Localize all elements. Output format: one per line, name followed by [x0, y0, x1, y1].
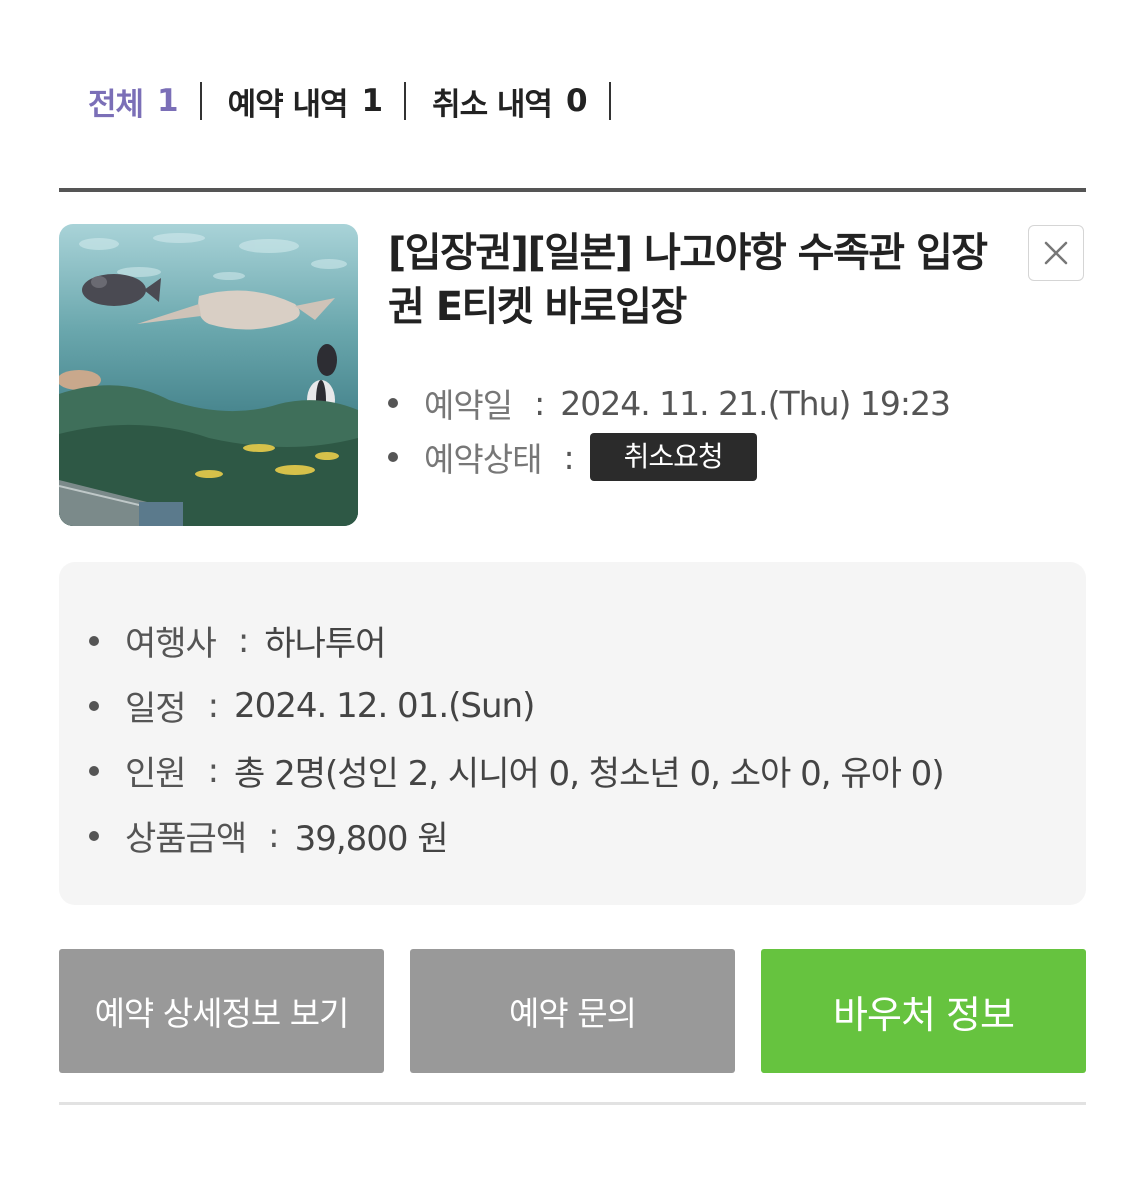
label-separator: : [237, 620, 250, 661]
agency-row: 여행사 : 하나투어 [89, 608, 1086, 673]
tab-reservations-label: 예약 내역 [227, 86, 349, 123]
delete-button[interactable] [1028, 225, 1084, 281]
people-label: 인원 [125, 754, 187, 794]
reservation-status-row: 예약상태 : 취소요청 [388, 430, 950, 484]
price-value: 39,800 원 [294, 819, 449, 859]
product-thumbnail[interactable] [59, 224, 358, 526]
bullet-icon [89, 830, 99, 841]
label-separator: : [563, 437, 574, 477]
schedule-value: 2024. 12. 01.(Sun) [234, 685, 535, 726]
tab-cancellations[interactable]: 취소 내역 0 [432, 79, 588, 124]
label-separator: : [207, 685, 220, 726]
label-separator: : [207, 750, 220, 791]
price-label: 상품금액 [125, 819, 247, 859]
people-value: 총 2명(성인 2, 시니어 0, 청소년 0, 소아 0, 유아 0) [234, 754, 945, 794]
tab-reservations[interactable]: 예약 내역 1 [227, 79, 384, 124]
bullet-icon [89, 635, 99, 646]
reservation-status-label: 예약상태 [424, 440, 542, 479]
reservation-date-row: 예약일 : 2024. 11. 21.(Thu) 19:23 [388, 376, 951, 430]
agency-label: 여행사 [125, 624, 217, 664]
agency-value: 하나투어 [264, 624, 386, 664]
reservation-detail-button[interactable]: 예약 상세정보 보기 [59, 949, 384, 1073]
reservation-date-label: 예약일 [424, 386, 513, 425]
list-top-divider [59, 188, 1086, 192]
tab-divider [404, 82, 407, 120]
bullet-icon [89, 765, 99, 776]
schedule-label: 일정 [125, 689, 187, 729]
tab-divider [608, 82, 611, 120]
bullet-icon [388, 452, 398, 462]
product-title[interactable]: [입장권][일본] 나고야항 수족관 입장권 E티켓 바로입장 [388, 226, 988, 334]
label-separator: : [534, 383, 545, 423]
aquarium-photo-icon [59, 224, 358, 526]
bullet-icon [89, 700, 99, 711]
close-icon [1044, 241, 1068, 265]
list-bottom-divider [59, 1102, 1086, 1105]
reservation-date-value: 2024. 11. 21.(Thu) 19:23 [560, 383, 951, 423]
tab-all-count: 1 [157, 83, 179, 119]
tab-cancellations-label: 취소 내역 [432, 86, 553, 123]
tab-all-label: 전체 [88, 86, 144, 123]
booking-info-panel: 여행사 : 하나투어 일정 : 2024. 12. 01.(Sun) 인원 : … [59, 562, 1086, 905]
price-row: 상품금액 : 39,800 원 [89, 803, 1086, 868]
label-separator: : [268, 815, 280, 856]
bullet-icon [388, 398, 398, 408]
schedule-row: 일정 : 2024. 12. 01.(Sun) [89, 673, 1086, 738]
reservation-inquiry-button[interactable]: 예약 문의 [410, 949, 735, 1073]
tab-all[interactable]: 전체 1 [88, 79, 179, 124]
people-row: 인원 : 총 2명(성인 2, 시니어 0, 청소년 0, 소아 0, 유아 0… [89, 738, 1086, 803]
reservation-tabs: 전체 1 예약 내역 1 취소 내역 0 [88, 78, 637, 124]
status-badge: 취소요청 [589, 433, 757, 481]
tab-cancellations-count: 0 [565, 83, 588, 119]
booking-meta: 예약일 : 2024. 11. 21.(Thu) 19:23 예약상태 : 취소… [388, 376, 951, 484]
voucher-info-button[interactable]: 바우처 정보 [761, 949, 1086, 1073]
tab-reservations-count: 1 [361, 83, 384, 119]
tab-divider [199, 82, 202, 120]
